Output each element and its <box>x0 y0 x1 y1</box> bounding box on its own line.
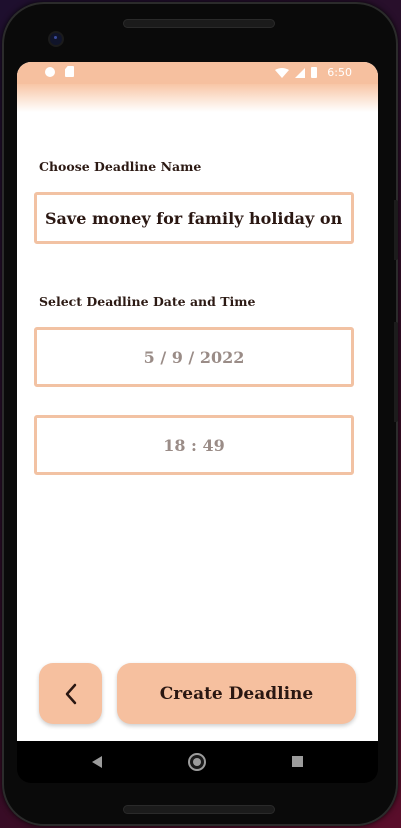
deadline-date-time-label: Select Deadline Date and Time <box>39 294 256 309</box>
deadline-name-label: Choose Deadline Name <box>39 159 202 174</box>
header-fade <box>17 84 378 112</box>
earpiece-speaker <box>124 20 274 27</box>
nav-home-icon[interactable] <box>188 753 206 771</box>
sd-card-icon <box>65 66 74 77</box>
power-button <box>394 200 398 260</box>
nav-recents-icon[interactable] <box>292 756 303 767</box>
time-picker-field[interactable]: 18 : 49 <box>34 415 354 475</box>
date-picker-field[interactable]: 5 / 9 / 2022 <box>34 327 354 387</box>
system-nav-bar <box>17 741 378 783</box>
volume-button <box>394 322 398 422</box>
app-screen: 6:50 Choose Deadline Name Select Deadlin… <box>17 62 378 741</box>
chevron-left-icon <box>65 683 76 704</box>
bottom-speaker <box>124 806 274 813</box>
status-time: 6:50 <box>327 66 352 79</box>
deadline-name-input[interactable] <box>37 195 351 241</box>
status-bar: 6:50 <box>17 62 378 84</box>
front-camera-icon <box>50 33 62 45</box>
date-value: 5 / 9 / 2022 <box>143 347 245 367</box>
notification-dot-icon <box>45 66 55 77</box>
back-button[interactable] <box>39 663 102 724</box>
wifi-icon <box>275 67 290 78</box>
battery-icon <box>311 67 318 78</box>
create-deadline-button[interactable]: Create Deadline <box>117 663 356 724</box>
deadline-name-field[interactable] <box>34 192 354 244</box>
time-value: 18 : 49 <box>163 435 225 455</box>
nav-back-icon[interactable] <box>92 756 102 768</box>
signal-icon <box>295 67 306 78</box>
